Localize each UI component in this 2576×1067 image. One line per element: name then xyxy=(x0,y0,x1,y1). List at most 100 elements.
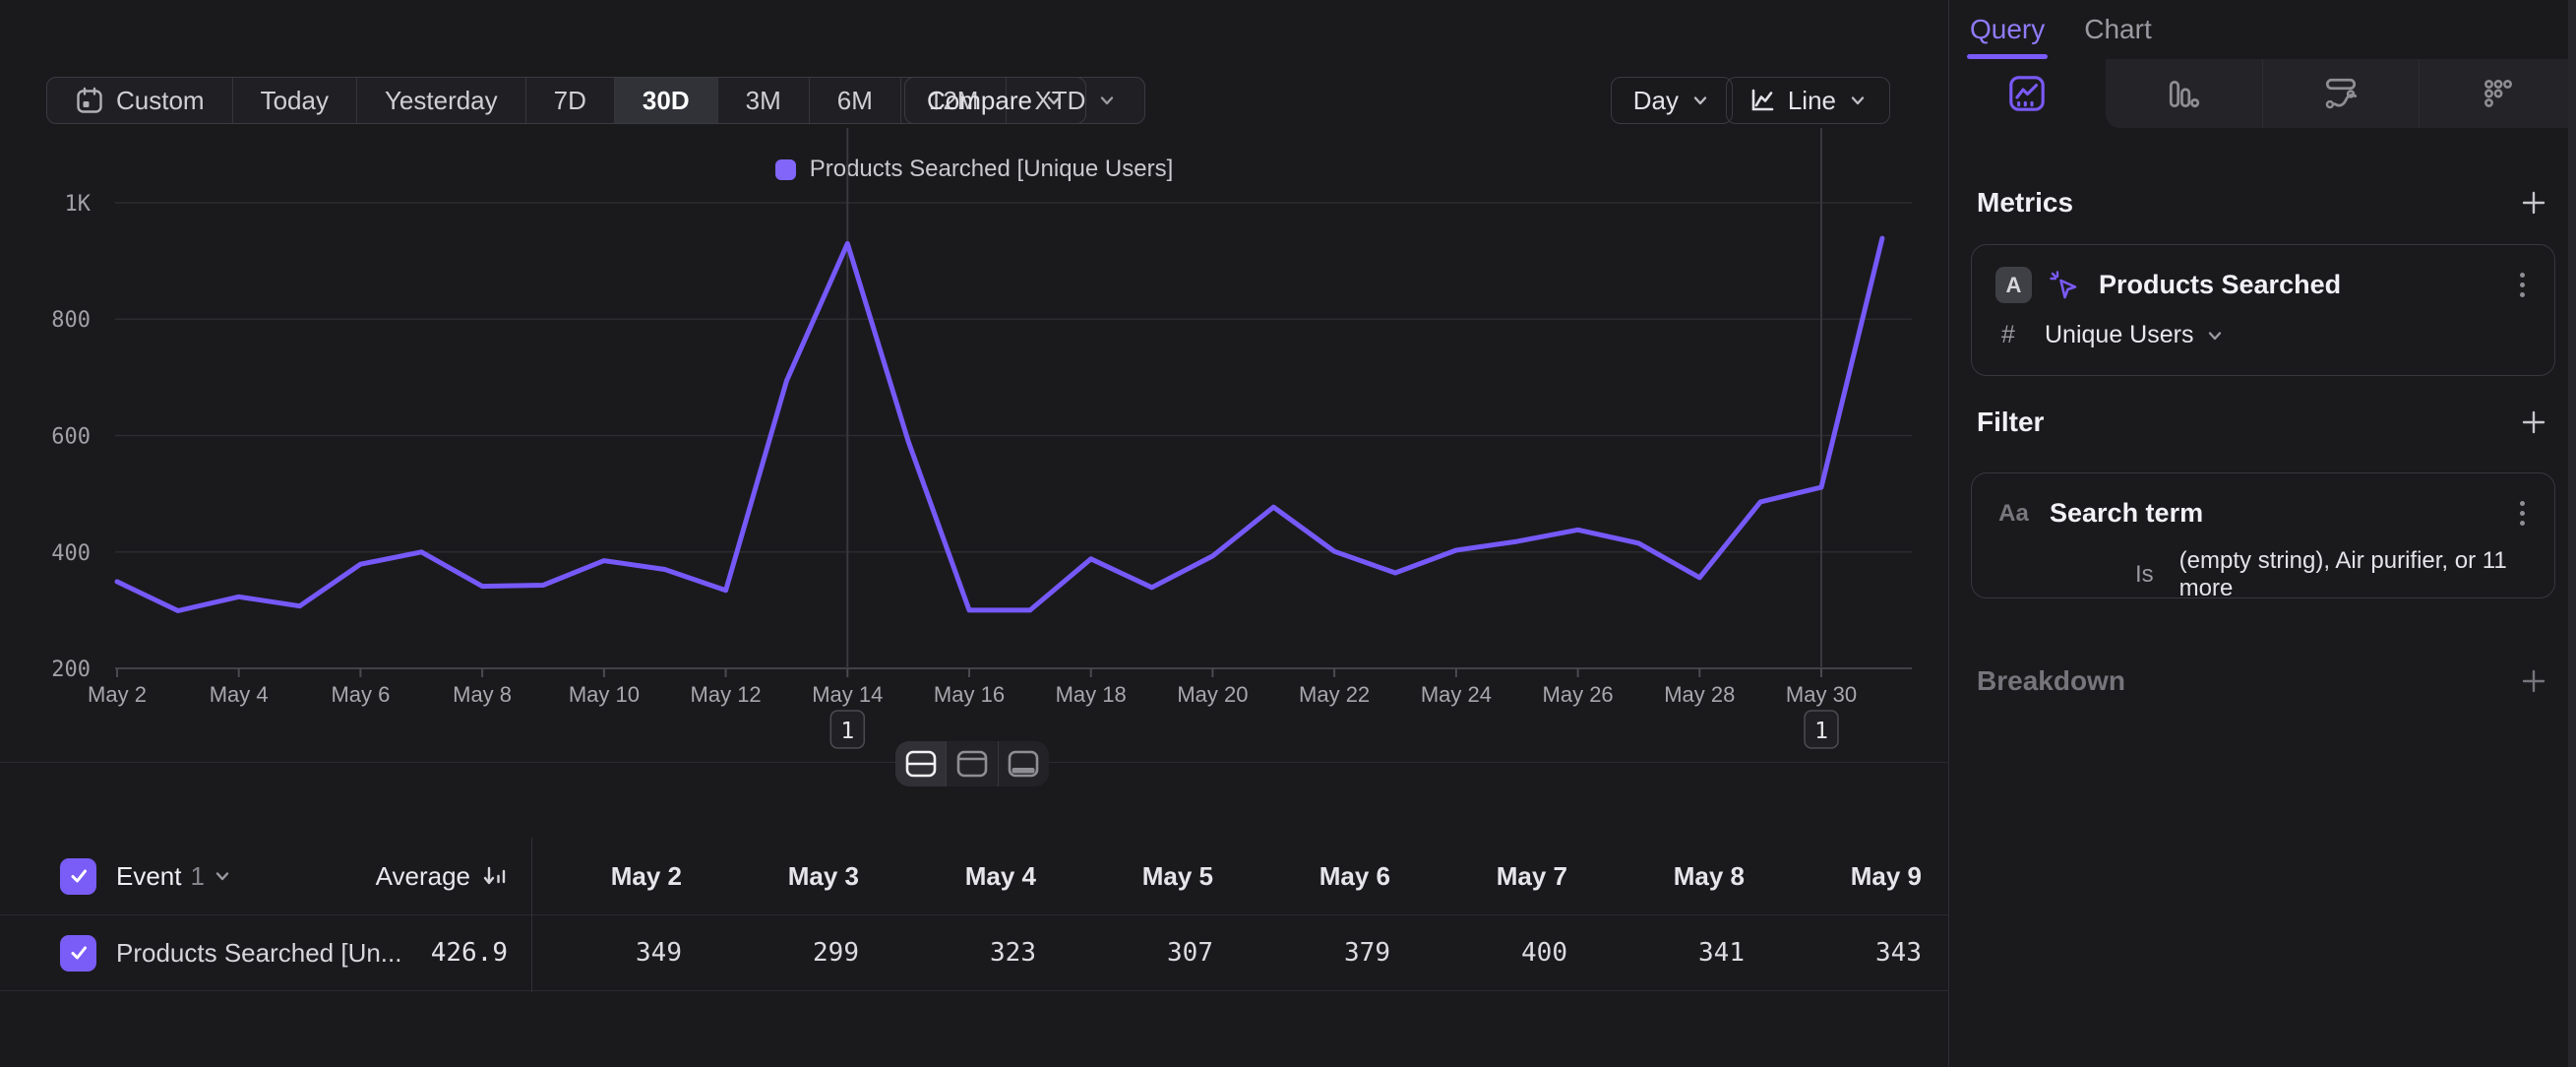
tab-query[interactable]: Query xyxy=(1970,0,2045,59)
filter-card[interactable]: Aa Search term Is (empty string), Air pu… xyxy=(1971,472,2555,598)
x-axis-label: May 12 xyxy=(691,682,762,707)
metric-card[interactable]: A Products Searched # Unique Users xyxy=(1971,244,2555,376)
x-axis-label: May 6 xyxy=(331,682,390,707)
event-column-header: Event xyxy=(116,861,182,892)
date-cell-value: 379 xyxy=(1240,938,1417,968)
metric-letter-badge: A xyxy=(1995,267,2032,303)
x-axis-label: May 16 xyxy=(934,682,1005,707)
date-column-header[interactable]: May 7 xyxy=(1417,861,1594,892)
insights-chart-icon xyxy=(2008,75,2046,112)
calendar-icon xyxy=(75,86,104,115)
x-axis-label: May 22 xyxy=(1299,682,1370,707)
y-axis-label: 200 xyxy=(51,658,91,682)
tab-bar-chart[interactable] xyxy=(2106,59,2263,128)
annotation-marker[interactable]: 1 xyxy=(830,711,864,748)
tab-chart[interactable]: Chart xyxy=(2084,0,2151,59)
chart-type-tabs xyxy=(1949,59,2576,128)
layout-split-view-button[interactable] xyxy=(895,741,947,786)
event-count: 1 xyxy=(191,861,205,892)
x-axis-label: May 4 xyxy=(210,682,269,707)
filter-operator[interactable]: Is xyxy=(2135,561,2154,589)
compare-button[interactable]: Compare xyxy=(904,77,1086,124)
chevron-down-icon[interactable] xyxy=(2205,326,2225,345)
date-column-header[interactable]: May 5 xyxy=(1063,861,1240,892)
x-axis-label: May 20 xyxy=(1177,682,1248,707)
x-axis-label: May 14 xyxy=(812,682,883,707)
kebab-menu-icon[interactable] xyxy=(2514,267,2531,303)
date-cell-value: 341 xyxy=(1594,938,1771,968)
sort-icon[interactable] xyxy=(480,862,508,890)
measure-type-icon: # xyxy=(2001,321,2027,349)
add-breakdown-button[interactable] xyxy=(2519,666,2548,696)
kebab-menu-icon[interactable] xyxy=(2514,495,2531,532)
svg-text:1: 1 xyxy=(840,719,854,744)
string-property-icon: Aa xyxy=(1995,500,2032,528)
event-click-icon xyxy=(2048,269,2081,302)
range-button-6m[interactable]: 6M xyxy=(810,78,901,123)
metric-name: Products Searched xyxy=(2099,270,2341,300)
date-cell-value: 299 xyxy=(708,938,886,968)
line-chart-icon xyxy=(1748,87,1776,114)
range-button-custom[interactable]: Custom xyxy=(47,78,233,123)
date-column-header[interactable]: May 2 xyxy=(531,861,708,892)
tab-flow-chart[interactable] xyxy=(2263,59,2421,128)
x-axis-label: May 30 xyxy=(1786,682,1857,707)
date-column-header[interactable]: May 9 xyxy=(1771,861,1948,892)
x-axis-label: May 26 xyxy=(1543,682,1614,707)
breakdown-section-header: Breakdown xyxy=(1949,665,2576,697)
range-button-7d[interactable]: 7D xyxy=(526,78,615,123)
chevron-down-icon xyxy=(1044,91,1064,110)
add-metric-button[interactable] xyxy=(2519,188,2548,218)
chart-type-button[interactable]: Line xyxy=(1726,77,1890,124)
tab-more-charts[interactable] xyxy=(2420,59,2576,128)
date-column-header[interactable]: May 4 xyxy=(886,861,1063,892)
range-button-today[interactable]: Today xyxy=(233,78,357,123)
breakdown-title: Breakdown xyxy=(1977,665,2125,697)
chevron-down-icon xyxy=(1848,91,1868,110)
layout-toggle xyxy=(895,741,1049,786)
query-sidebar: Query Chart Metrics A Products Searched xyxy=(1949,0,2576,1067)
measure-selector[interactable]: Unique Users xyxy=(2045,321,2193,349)
filter-value[interactable]: (empty string), Air purifier, or 11 more xyxy=(2179,547,2531,602)
sidebar-tabs: Query Chart xyxy=(1949,0,2576,59)
layout-chart-view-button[interactable] xyxy=(947,741,998,786)
y-axis-label: 600 xyxy=(51,425,91,450)
date-column-header[interactable]: May 6 xyxy=(1240,861,1417,892)
x-axis-label: May 28 xyxy=(1664,682,1735,707)
chevron-down-icon[interactable] xyxy=(213,866,232,886)
tab-insights-chart[interactable] xyxy=(1949,59,2106,128)
date-column-header[interactable]: May 3 xyxy=(708,861,886,892)
add-filter-button[interactable] xyxy=(2519,408,2548,437)
table-header-row: Event 1 Average May 2May 3May 4May 5May … xyxy=(0,838,1949,915)
metrics-section-header: Metrics xyxy=(1949,187,2576,219)
y-axis-label: 800 xyxy=(51,308,91,333)
granularity-button[interactable]: Day xyxy=(1611,77,1733,124)
filter-section-header: Filter xyxy=(1949,407,2576,438)
toolbar: CustomTodayYesterday7D30D3M6M12MXTD Comp… xyxy=(0,77,1948,124)
date-cell-value: 400 xyxy=(1417,938,1594,968)
filter-title: Filter xyxy=(1977,407,2044,438)
date-row-values: 349299323307379400341343 xyxy=(531,938,1949,968)
row-checkbox[interactable] xyxy=(60,935,96,972)
row-average-value: 426.9 xyxy=(431,938,508,968)
date-column-header[interactable]: May 8 xyxy=(1594,861,1771,892)
range-button-3m[interactable]: 3M xyxy=(718,78,810,123)
chevron-down-icon xyxy=(1690,91,1710,110)
column-divider xyxy=(531,838,532,992)
filter-property-name: Search term xyxy=(2050,498,2203,529)
compare-label: Compare xyxy=(927,86,1032,116)
layout-table-view-button[interactable] xyxy=(999,741,1049,786)
range-button-yesterday[interactable]: Yesterday xyxy=(357,78,526,123)
scrollbar[interactable] xyxy=(2568,0,2576,1067)
annotation-marker[interactable]: 1 xyxy=(1805,711,1838,748)
date-cell-value: 307 xyxy=(1063,938,1240,968)
range-button-30d[interactable]: 30D xyxy=(615,78,718,123)
bar-chart-icon xyxy=(2166,76,2201,111)
row-series-name: Products Searched [Un... xyxy=(116,938,401,969)
y-axis-label: 1K xyxy=(65,192,92,217)
x-axis-label: May 2 xyxy=(88,682,147,707)
metrics-title: Metrics xyxy=(1977,187,2073,219)
table-row[interactable]: Products Searched [Un... 426.9 349299323… xyxy=(0,915,1949,991)
date-cell-value: 323 xyxy=(886,938,1063,968)
select-all-checkbox[interactable] xyxy=(60,858,96,895)
